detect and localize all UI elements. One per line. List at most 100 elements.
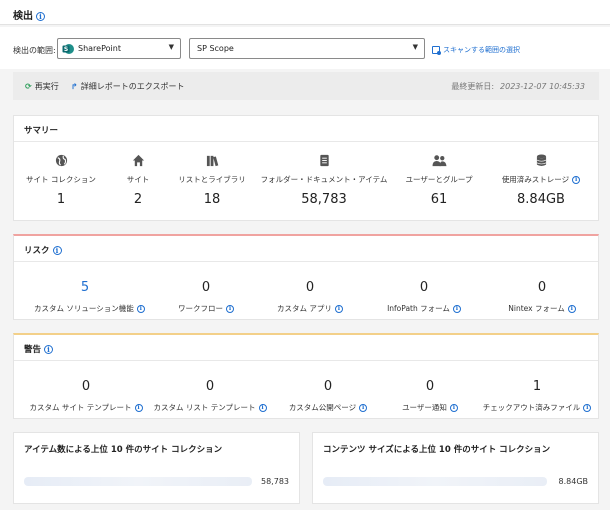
info-icon[interactable]: i bbox=[449, 404, 458, 412]
info-icon[interactable]: i bbox=[258, 404, 267, 412]
risk-card: リスク i 5 カスタム ソリューション機能 i 0 ワークフロー i 0 カスタム … bbox=[13, 234, 599, 320]
top-by-items-value: 58,783 bbox=[261, 477, 289, 486]
metric-label-with-info: カスタム アプリ i bbox=[258, 303, 362, 314]
metric-value: 1 bbox=[56, 192, 66, 207]
warning-title-text: 警告 bbox=[24, 345, 42, 355]
info-icon[interactable]: i bbox=[572, 176, 581, 184]
top-site-collections-by-size-card: コンテンツ サイズによる上位 10 件のサイト コレクション 8.84GB bbox=[312, 432, 599, 504]
page-title-text: 検出 bbox=[13, 11, 33, 22]
page-header: 検出 i bbox=[0, 0, 610, 25]
scope-label: 検出の範囲: bbox=[13, 46, 56, 55]
metric-value: 0 bbox=[81, 379, 91, 394]
info-icon[interactable]: i bbox=[136, 305, 145, 313]
export-label: 詳細レポートのエクスポート bbox=[80, 82, 185, 91]
metric-label: リストとライブラリ bbox=[178, 175, 246, 184]
top-by-items-title: アイテム数による上位 10 件のサイト コレクション bbox=[24, 445, 223, 455]
select-scan-scope-link[interactable]: スキャンする範囲の選択 bbox=[432, 45, 520, 55]
rerun-label: 再実行 bbox=[34, 82, 59, 91]
home-icon bbox=[108, 154, 168, 170]
filter-row: 検出の範囲: S SharePoint ▼ SP Scope ▼ スキャンする範… bbox=[0, 27, 610, 69]
metric-value: 0 bbox=[305, 280, 315, 295]
metric-label-with-info: ユーザー通知 i bbox=[380, 402, 480, 413]
metric-value: 0 bbox=[201, 280, 211, 295]
metric-value: 0 bbox=[323, 379, 333, 394]
top-site-collections-by-items-card: アイテム数による上位 10 件のサイト コレクション 58,783 bbox=[13, 432, 300, 504]
share-arrow-icon: ↱ bbox=[71, 82, 78, 91]
risk-metric-custom-solutions: 5 カスタム ソリューション機能 i bbox=[34, 280, 145, 314]
metric-label-with-info: カスタム サイト テンプレート i bbox=[24, 402, 148, 413]
warning-metric-user-alerts: 0 ユーザー通知 i bbox=[380, 379, 480, 413]
info-icon[interactable]: i bbox=[44, 345, 54, 354]
metric-value: 18 bbox=[203, 192, 221, 207]
metric-value: 0 bbox=[205, 379, 215, 394]
info-icon[interactable]: i bbox=[583, 404, 592, 412]
sharepoint-icon: S bbox=[62, 44, 74, 54]
svg-text:S: S bbox=[64, 46, 68, 53]
action-bar: ⟳ 再実行 ↱ 詳細レポートのエクスポート 最終更新日: 2023-12-07 10:… bbox=[13, 72, 599, 100]
metric-label: ユーザーとグループ bbox=[405, 175, 473, 184]
summary-card-header: サマリー bbox=[14, 116, 598, 142]
export-report-button[interactable]: ↱ 詳細レポートのエクスポート bbox=[71, 81, 184, 92]
info-icon[interactable]: i bbox=[452, 305, 461, 313]
warning-metric-custom-site-templates: 0 カスタム サイト テンプレート i bbox=[24, 379, 148, 413]
info-icon[interactable]: i bbox=[134, 404, 143, 412]
metric-label-with-info: カスタム公開ページ i bbox=[272, 402, 384, 413]
library-icon bbox=[168, 154, 256, 170]
risk-metric-infopath-forms: 0 InfoPath フォーム i bbox=[372, 280, 476, 314]
info-icon[interactable]: i bbox=[52, 246, 62, 255]
last-updated: 最終更新日: 2023-12-07 10:45:33 bbox=[451, 81, 585, 92]
metric-label: カスタム ソリューション機能 bbox=[34, 304, 134, 313]
refresh-icon: ⟳ bbox=[25, 82, 32, 91]
metric-value: 8.84GB bbox=[517, 192, 565, 207]
metric-value: 58,783 bbox=[301, 192, 347, 207]
metric-label-with-info: チェックアウト済みファイル i bbox=[480, 402, 594, 413]
metric-label-with-info: ワークフロー i bbox=[154, 303, 258, 314]
metric-value: 1 bbox=[532, 379, 542, 394]
metric-value: 2 bbox=[133, 192, 143, 207]
metric-value-link[interactable]: 5 bbox=[34, 280, 136, 295]
source-select[interactable]: S SharePoint ▼ bbox=[57, 38, 181, 59]
warning-metric-custom-list-templates: 0 カスタム リスト テンプレート i bbox=[148, 379, 272, 413]
metric-label: InfoPath フォーム bbox=[387, 304, 450, 313]
top-by-size-value: 8.84GB bbox=[558, 477, 589, 486]
page-title: 検出 i bbox=[13, 7, 45, 22]
metric-label: サイト bbox=[126, 175, 150, 184]
summary-title: サマリー bbox=[24, 126, 59, 136]
risk-metric-nintex-forms: 0 Nintex フォーム i bbox=[490, 280, 594, 314]
summary-metric-folders-documents: フォルダー・ドキュメント・アイテム 58,783 bbox=[256, 154, 392, 207]
metric-label: カスタム アプリ bbox=[277, 304, 332, 313]
info-icon[interactable]: i bbox=[226, 305, 234, 313]
metric-label: カスタム リスト テンプレート bbox=[153, 403, 256, 412]
users-icon bbox=[392, 154, 486, 170]
metric-label: Nintex フォーム bbox=[508, 304, 565, 313]
summary-metric-site-collections: サイト コレクション 1 bbox=[14, 154, 108, 207]
warning-metric-checked-out-files: 1 チェックアウト済みファイル i bbox=[480, 379, 594, 413]
risk-card-header: リスク i bbox=[14, 236, 598, 262]
chevron-down-icon: ▼ bbox=[412, 43, 418, 51]
metric-label: ユーザー通知 bbox=[402, 403, 447, 412]
metric-label: 使用済みストレージ bbox=[501, 175, 570, 184]
info-icon[interactable]: i bbox=[36, 11, 45, 21]
info-icon[interactable]: i bbox=[567, 305, 576, 313]
risk-title-text: リスク bbox=[24, 246, 50, 256]
metric-value: 0 bbox=[425, 379, 435, 394]
metric-value: 0 bbox=[537, 280, 547, 295]
rerun-button[interactable]: ⟳ 再実行 bbox=[25, 81, 59, 92]
blurred-site-collection-name bbox=[24, 477, 252, 486]
metric-label: カスタム サイト テンプレート bbox=[29, 403, 132, 412]
metric-label-with-info: Nintex フォーム i bbox=[490, 303, 594, 314]
summary-metric-lists-libraries: リストとライブラリ 18 bbox=[168, 154, 256, 207]
scan-link-text: スキャンする範囲の選択 bbox=[443, 46, 520, 54]
risk-title: リスク i bbox=[24, 244, 62, 256]
database-icon bbox=[486, 154, 596, 170]
info-icon[interactable]: i bbox=[334, 305, 343, 313]
info-icon[interactable]: i bbox=[359, 404, 368, 412]
metric-label: ワークフロー bbox=[178, 304, 223, 313]
summary-metric-sites: サイト 2 bbox=[108, 154, 168, 207]
scope-select[interactable]: SP Scope ▼ bbox=[189, 38, 425, 59]
last-updated-value: 2023-12-07 10:45:33 bbox=[500, 82, 585, 91]
metric-value: 61 bbox=[430, 192, 448, 207]
top-by-size-title: コンテンツ サイズによる上位 10 件のサイト コレクション bbox=[323, 445, 551, 455]
blurred-site-collection-name bbox=[323, 477, 547, 486]
metric-label-with-info: カスタム リスト テンプレート i bbox=[148, 402, 272, 413]
